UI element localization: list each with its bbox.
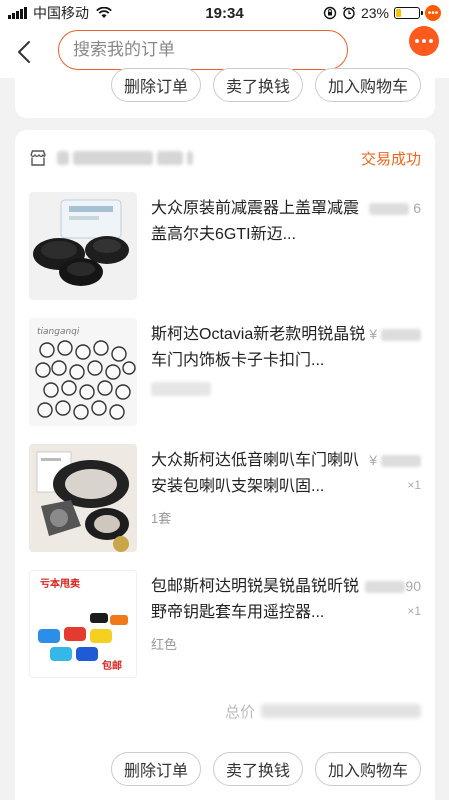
- shop-name-blurred: [57, 150, 197, 166]
- order-card[interactable]: 交易成功 大众原装前减震器上盖罩减震盖高尔夫6GTI新迈... 6 tianga…: [15, 130, 435, 800]
- back-button[interactable]: [12, 38, 36, 66]
- previous-order-card: 删除订单 卖了换钱 加入购物车: [15, 68, 435, 118]
- item-image: 亏本甩卖 包邮: [29, 570, 137, 678]
- price-blurred: [381, 329, 421, 342]
- status-bar: 中国移动 19:34 23% •••: [0, 0, 449, 26]
- price-visible-text: ¥: [369, 326, 378, 342]
- item-title: 斯柯达Octavia新老款明锐晶锐车门内饰板卡子卡扣门...: [151, 326, 366, 369]
- promo-text: 包邮: [102, 659, 122, 672]
- alarm-icon: [343, 6, 355, 20]
- battery-percent: 23%: [360, 5, 389, 21]
- search-input[interactable]: [73, 40, 347, 60]
- item-price: ¥: [369, 452, 421, 468]
- price-blurred: [369, 203, 410, 216]
- order-total: 总价: [29, 696, 421, 726]
- item-image: [29, 192, 137, 300]
- item-spec: 红色: [151, 637, 178, 652]
- signal-icon: [8, 7, 27, 19]
- item-qty: ×1: [407, 478, 421, 492]
- price-visible-text: ¥: [369, 452, 378, 468]
- promo-text: 亏本甩卖: [40, 577, 80, 590]
- delete-order-button[interactable]: 删除订单: [110, 68, 201, 102]
- shop-header[interactable]: 交易成功: [29, 146, 421, 170]
- item-spec-blurred: [151, 382, 211, 396]
- add-to-cart-button[interactable]: 加入购物车: [314, 752, 421, 786]
- item-price: ¥: [369, 326, 421, 342]
- clock: 19:34: [205, 4, 244, 22]
- add-to-cart-button[interactable]: 加入购物车: [314, 68, 421, 102]
- order-status: 交易成功: [360, 150, 421, 168]
- app-badge-icon: •••: [425, 5, 441, 21]
- item-image: [29, 444, 137, 552]
- status-left: 中国移动: [8, 3, 113, 23]
- battery-fill: [396, 9, 402, 17]
- item-title: 包邮斯柯达明锐昊锐晶锐昕锐野帝钥匙套车用遥控器...: [151, 578, 360, 621]
- item-spec: 1套: [151, 511, 172, 526]
- price-blurred: [365, 581, 406, 594]
- chevron-left-icon: [18, 41, 30, 63]
- more-menu-button[interactable]: [409, 26, 439, 56]
- total-label: 总价: [224, 703, 255, 721]
- previous-order-actions: 删除订单 卖了换钱 加入购物车: [110, 68, 421, 102]
- shop-icon: [30, 150, 46, 166]
- price-blurred: [381, 455, 421, 468]
- search-box[interactable]: [58, 30, 348, 70]
- item-price: 90: [365, 578, 421, 594]
- battery-icon: [394, 7, 423, 19]
- sell-button[interactable]: 卖了换钱: [212, 68, 303, 102]
- status-right: 23% •••: [323, 5, 441, 21]
- carrier-label: 中国移动: [33, 5, 89, 21]
- item-title: 大众原装前减震器上盖罩减震盖高尔夫6GTI新迈...: [151, 200, 360, 243]
- price-visible-text: 90: [405, 578, 421, 594]
- total-value-blurred: [261, 704, 421, 718]
- wifi-icon: [96, 7, 112, 18]
- order-item[interactable]: 大众原装前减震器上盖罩减震盖高尔夫6GTI新迈... 6: [29, 192, 421, 302]
- order-item[interactable]: 亏本甩卖 包邮 包邮斯柯达明锐昊锐晶锐昕锐野帝钥匙套车用遥控器... 红色 90…: [29, 570, 421, 680]
- rotation-lock-icon: [323, 6, 337, 20]
- order-item[interactable]: tianganqi 斯柯达Octavia新老款明锐晶锐车门内饰板卡子卡扣门...…: [29, 318, 421, 428]
- order-item[interactable]: 大众斯柯达低音喇叭车门喇叭安装包喇叭支架喇叭固... 1套 ¥ ×1: [29, 444, 421, 554]
- item-image: tianganqi: [29, 318, 137, 426]
- watermark-text: tianganqi: [37, 327, 80, 337]
- item-title: 大众斯柯达低音喇叭车门喇叭安装包喇叭支架喇叭固...: [151, 452, 360, 495]
- sell-button[interactable]: 卖了换钱: [212, 752, 303, 786]
- delete-order-button[interactable]: 删除订单: [110, 752, 201, 786]
- order-actions: 删除订单 卖了换钱 加入购物车: [110, 752, 421, 786]
- item-qty: ×1: [407, 604, 421, 618]
- price-visible-text: 6: [413, 200, 421, 216]
- item-price: 6: [369, 200, 421, 216]
